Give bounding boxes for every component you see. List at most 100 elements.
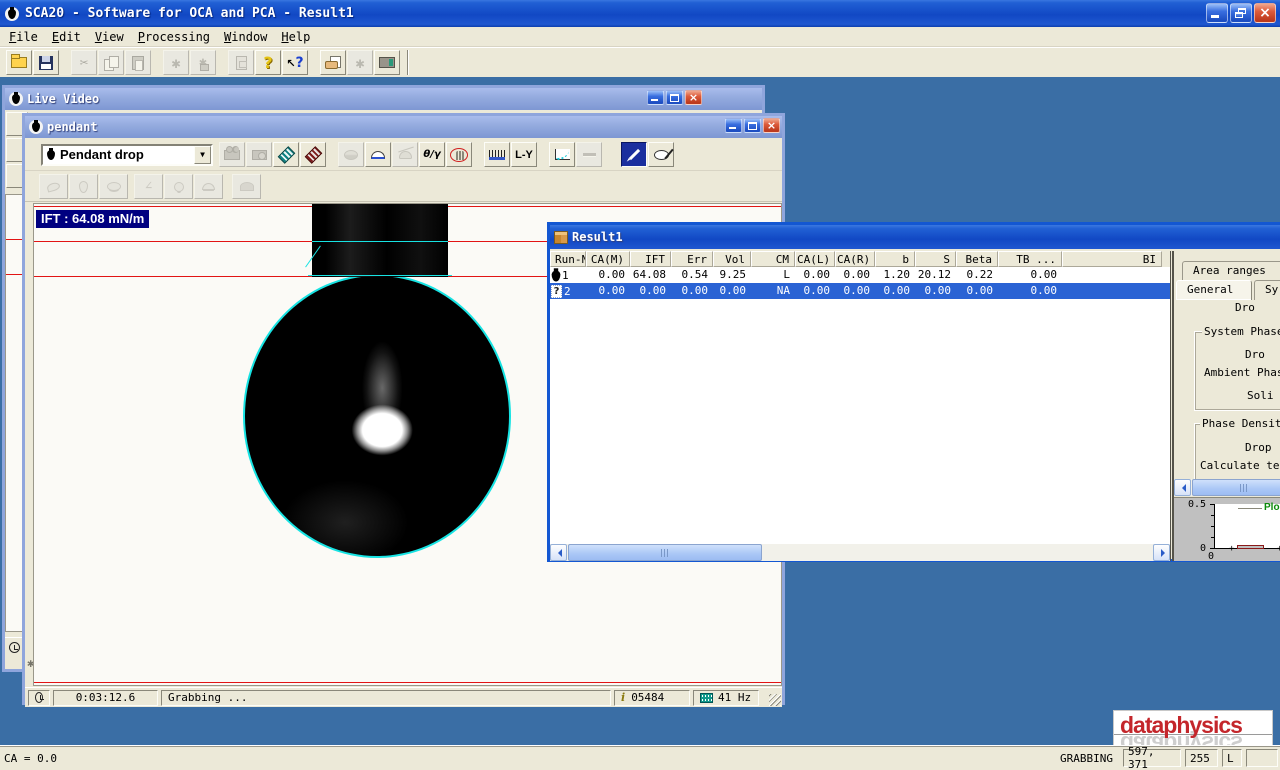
menu-bar[interactable]: FileEditViewProcessingWindowHelp [0, 27, 1280, 47]
table-h-scrollbar[interactable] [550, 544, 1170, 561]
film-stop-button[interactable] [300, 142, 326, 167]
line-tool-button[interactable] [576, 142, 602, 167]
method-select[interactable]: Pendant drop ▼ [41, 144, 213, 166]
flat-drop-button[interactable] [194, 174, 223, 199]
scroll-thumb[interactable] [568, 544, 762, 561]
column-header[interactable]: Vol [713, 251, 751, 267]
snapshot-button[interactable] [246, 142, 272, 167]
pendant-title-bar[interactable]: pendant × [25, 116, 782, 138]
baseline-button[interactable] [484, 142, 510, 167]
save-button[interactable] [33, 50, 59, 75]
table-row[interactable]: ?20.000.000.000.00NA0.000.000.000.000.00… [550, 283, 1170, 299]
panel-label: Soli [1247, 389, 1274, 402]
status-message: CA = 0.0 [4, 752, 1060, 765]
menu-help[interactable]: Help [274, 29, 317, 45]
context-help-button[interactable]: ↖? [282, 50, 308, 75]
manual-fit-button[interactable] [446, 142, 472, 167]
cut-button[interactable] [71, 50, 97, 75]
live-video-title-bar[interactable]: Live Video × [5, 88, 762, 110]
combo-arrow-icon[interactable]: ▼ [194, 146, 211, 164]
close-button[interactable]: × [1254, 3, 1276, 23]
context-help-icon: ↖? [286, 55, 303, 71]
column-header[interactable]: S [915, 251, 956, 267]
frame-rate-panel: 41 Hz [693, 690, 759, 706]
column-header[interactable]: CM [751, 251, 795, 267]
menu-file[interactable]: File [2, 29, 45, 45]
column-header[interactable]: Run-No [550, 251, 586, 267]
tab-area-ranges[interactable]: Area ranges [1182, 261, 1280, 281]
record-video-button[interactable] [219, 142, 245, 167]
tilted-drop-button[interactable] [39, 174, 68, 199]
tab-system[interactable]: Sy [1254, 280, 1280, 300]
settings-button[interactable] [163, 50, 189, 75]
sessile-shape-button[interactable] [99, 174, 128, 199]
device-settings-button[interactable] [347, 50, 373, 75]
manual-settings-button[interactable] [190, 50, 216, 75]
tangent-fit-button[interactable] [392, 142, 418, 167]
paste-icon [132, 56, 144, 70]
menu-view[interactable]: View [88, 29, 131, 45]
scroll-left-arrow[interactable] [550, 544, 567, 561]
arc-icon [371, 151, 385, 159]
resize-grip[interactable] [769, 694, 781, 706]
ellipse-fit-button[interactable] [338, 142, 364, 167]
panel-label: Dro [1235, 301, 1255, 314]
menu-processing[interactable]: Processing [131, 29, 217, 45]
drop-tangent-icon [399, 151, 412, 159]
column-header[interactable]: b [875, 251, 915, 267]
mdi-workspace: Live Video × pendant [0, 77, 1280, 745]
help-button[interactable]: ? [255, 50, 281, 75]
captive-bubble-button[interactable] [232, 174, 261, 199]
paste-button[interactable] [125, 50, 151, 75]
status-extra [1246, 749, 1278, 767]
circle-fit-button[interactable] [365, 142, 391, 167]
laplace-young-button[interactable]: L-Y [511, 142, 537, 167]
theta-gamma-button[interactable]: θ/γ [419, 142, 445, 167]
scroll-right-arrow[interactable] [1153, 544, 1170, 561]
live-video-close-button[interactable]: × [685, 90, 702, 105]
panel-label: System Phases [1202, 325, 1280, 338]
pendant-shape-button[interactable] [69, 174, 98, 199]
curve-plot-button[interactable] [549, 142, 575, 167]
app-title-bar[interactable]: SCA20 - Software for OCA and PCA - Resul… [0, 0, 1280, 27]
circle-icon [174, 182, 184, 192]
camera-control-button[interactable] [374, 50, 400, 75]
film-sequence-button[interactable] [273, 142, 299, 167]
column-header[interactable]: CA(M) [586, 251, 630, 267]
report-button[interactable] [228, 50, 254, 75]
restore-button[interactable] [1230, 3, 1252, 23]
contact-angle-button[interactable]: ∠ [134, 174, 163, 199]
panel-h-scrollbar[interactable] [1174, 479, 1280, 496]
menu-edit[interactable]: Edit [45, 29, 88, 45]
column-header[interactable]: BI [1062, 251, 1162, 267]
live-video-maximize-button[interactable] [666, 90, 683, 105]
pendant-drop-icon [552, 270, 561, 281]
result-title-bar[interactable]: Result1 [550, 225, 1280, 249]
contour-edit-button[interactable] [648, 142, 674, 167]
pendant-maximize-button[interactable] [744, 118, 761, 133]
tab-general[interactable]: General [1176, 280, 1252, 300]
scroll-left-arrow[interactable] [1174, 479, 1191, 496]
menu-window[interactable]: Window [217, 29, 274, 45]
pendant-close-button[interactable]: × [763, 118, 780, 133]
column-header[interactable]: TB ... [998, 251, 1062, 267]
table-cell: L [751, 267, 795, 283]
live-video-minimize-button[interactable] [647, 90, 664, 105]
column-header[interactable]: IFT [630, 251, 671, 267]
column-header[interactable]: Beta [956, 251, 998, 267]
column-header[interactable]: CA(L) [795, 251, 835, 267]
auto-detect-button[interactable] [621, 142, 647, 167]
circle-on-line-button[interactable] [164, 174, 193, 199]
table-cell: 0.00 [586, 283, 630, 299]
column-header[interactable]: Err [671, 251, 713, 267]
acquire-window-button[interactable] [320, 50, 346, 75]
table-cell: 0.00 [835, 283, 875, 299]
table-row[interactable]: 10.0064.080.549.25L0.000.001.2020.120.22… [550, 267, 1170, 283]
copy-button[interactable] [98, 50, 124, 75]
scroll-thumb[interactable] [1192, 479, 1280, 496]
column-header[interactable]: CA(R) [835, 251, 875, 267]
pendant-minimize-button[interactable] [725, 118, 742, 133]
open-button[interactable] [6, 50, 32, 75]
table-cell: 0.00 [713, 283, 751, 299]
minimize-button[interactable] [1206, 3, 1228, 23]
